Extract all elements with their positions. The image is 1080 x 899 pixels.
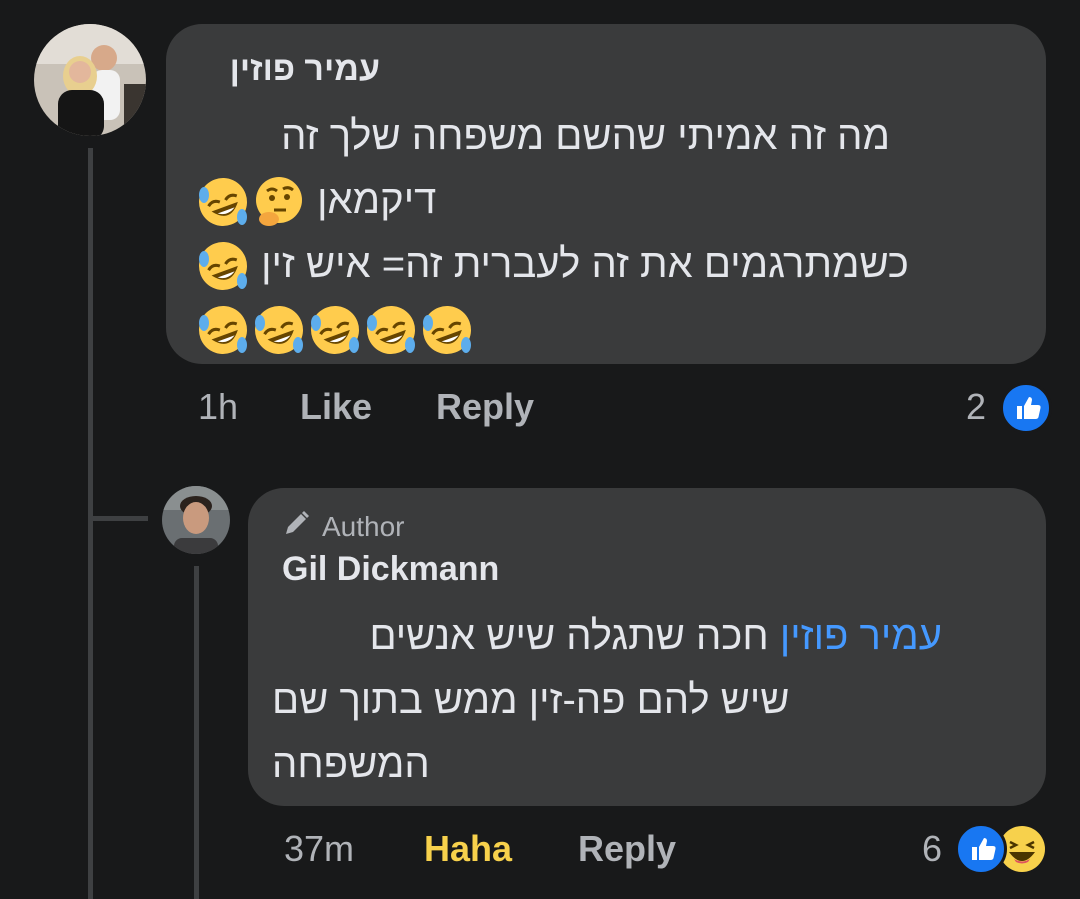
reply-text: עמיר פוזין חכה שתגלה שיש אנשים שיש להם פ… xyxy=(272,604,942,796)
comment-line-2: דיקמאן xyxy=(190,168,890,232)
reply-actions: 37m Haha Reply xyxy=(0,828,1080,872)
like-button[interactable]: Like xyxy=(300,386,372,428)
reply-line-3: המשפחה xyxy=(272,742,430,786)
comment-time[interactable]: 1h xyxy=(198,386,238,428)
pencil-icon xyxy=(282,508,312,545)
reply-time[interactable]: 37m xyxy=(284,828,354,870)
author-badge: Author xyxy=(282,508,405,545)
comment-actions: 1h Like Reply xyxy=(0,386,1080,430)
like-icon[interactable] xyxy=(1000,382,1052,434)
rofl-emoji xyxy=(420,303,474,357)
reply-reaction-count[interactable]: 6 xyxy=(922,828,942,870)
haha-button[interactable]: Haha xyxy=(424,828,512,870)
avatar-gil[interactable] xyxy=(162,486,230,554)
emoji-row-4 xyxy=(196,303,474,357)
reply-author-name[interactable]: Gil Dickmann xyxy=(282,550,499,589)
rofl-emoji xyxy=(196,239,250,293)
emoji-row-2 xyxy=(196,175,306,229)
rofl-emoji xyxy=(196,303,250,357)
rofl-emoji xyxy=(364,303,418,357)
rofl-emoji xyxy=(252,303,306,357)
comment-line-3: כשמתרגמים את זה לעברית זה= איש זין xyxy=(190,232,909,296)
thread-line-main xyxy=(88,148,93,899)
author-badge-label: Author xyxy=(322,510,405,542)
reply-line-1: עמיר פוזין חכה שתגלה שיש אנשים xyxy=(272,604,942,668)
comment-line-3-text: כשמתרגמים את זה לעברית זה= איש זין xyxy=(261,242,909,286)
rofl-emoji xyxy=(196,175,250,229)
mention-link[interactable]: עמיר פוזין xyxy=(780,614,942,658)
reply-button-2[interactable]: Reply xyxy=(578,828,676,870)
reply-line-1-text: חכה שתגלה שיש אנשים xyxy=(369,614,769,658)
thinking-emoji xyxy=(252,175,306,229)
like-icon[interactable] xyxy=(955,823,1007,875)
comment-text: מה זה אמיתי שהשם משפחה שלך זה דיקמאן כשמ… xyxy=(190,104,909,360)
comment-author-name[interactable]: עמיר פוזין xyxy=(180,50,380,89)
reply-line-2: שיש להם פה-זין ממש בתוך שם xyxy=(272,678,790,722)
avatar-amir[interactable] xyxy=(34,24,146,136)
comment-line-1: מה זה אמיתי שהשם משפחה שלך זה xyxy=(281,114,890,158)
comment-line-4 xyxy=(190,296,890,360)
thread-line-branch xyxy=(88,516,148,521)
reply-button[interactable]: Reply xyxy=(436,386,534,428)
comment-line-2-text: דיקמאן xyxy=(317,178,437,222)
reaction-count[interactable]: 2 xyxy=(966,386,986,428)
rofl-emoji xyxy=(308,303,362,357)
